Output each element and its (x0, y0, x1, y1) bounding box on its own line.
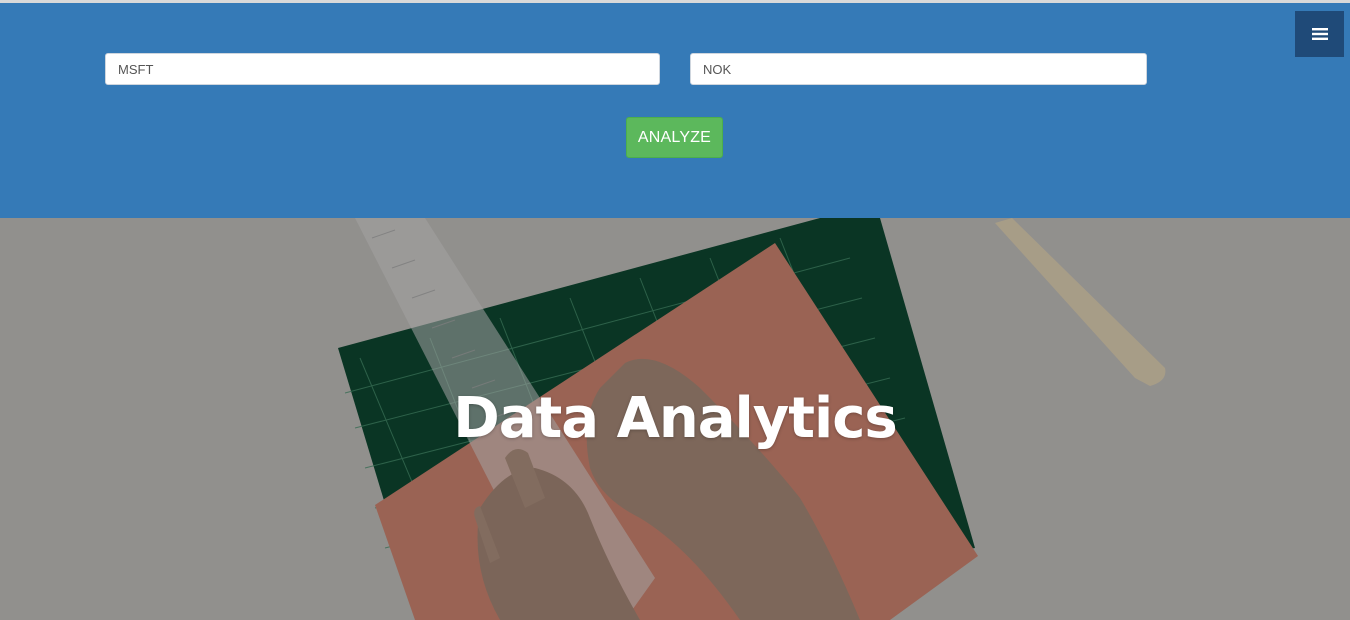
hero-title: Data Analytics (453, 386, 898, 451)
hero-banner: Data Analytics (0, 218, 1350, 620)
ticker-input-2[interactable] (690, 53, 1147, 85)
ticker-input-1[interactable] (105, 53, 660, 85)
analyze-button[interactable]: ANALYZE (626, 117, 723, 158)
search-header: ANALYZE (0, 3, 1350, 218)
hamburger-menu-icon (1311, 28, 1328, 40)
menu-button[interactable] (1295, 11, 1344, 57)
